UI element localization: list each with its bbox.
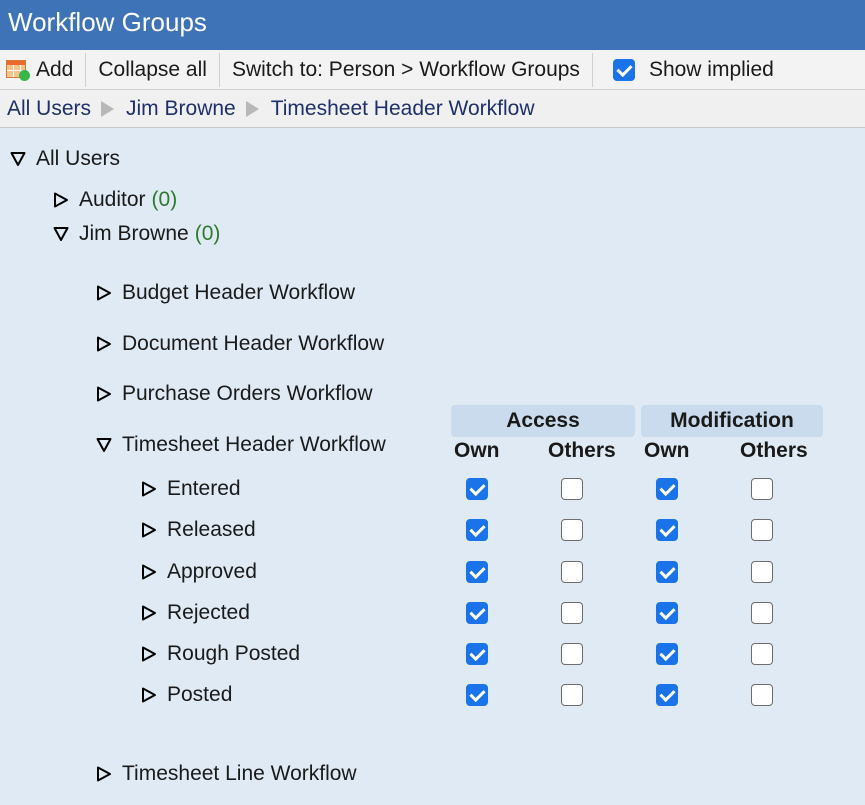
tree-node-label: Jim Browne [79,222,189,245]
modification-others-checkbox[interactable] [751,602,773,624]
breadcrumb-item[interactable]: All Users [7,97,91,121]
breadcrumb-item[interactable]: Timesheet Header Workflow [271,97,535,121]
access-others-checkbox[interactable] [561,602,583,624]
modification-others-header: Others [740,439,808,462]
switch-view-button[interactable]: Switch to: Person > Workflow Groups [220,50,592,89]
state-label: Rough Posted [167,642,301,665]
modification-others-checkbox[interactable] [751,519,773,541]
tree-node-jim-browne[interactable]: Jim Browne (0) [53,222,220,246]
show-implied-checkbox[interactable] [612,58,635,81]
breadcrumb-arrow-icon [245,100,259,117]
tree-node-all-users[interactable]: All Users [10,147,120,171]
access-others-checkbox[interactable] [561,684,583,706]
tree-node-label: Timesheet Line Workflow [122,762,357,785]
tree-node-label: Document Header Workflow [122,332,385,355]
access-others-checkbox[interactable] [561,519,583,541]
breadcrumb: All Users Jim Browne Timesheet Header Wo… [0,90,865,128]
tree-node-state[interactable]: Posted [141,683,232,707]
access-own-checkbox[interactable] [466,643,488,665]
add-button-label: Add [36,57,74,81]
collapse-all-button[interactable]: Collapse all [86,50,219,89]
modification-others-checkbox[interactable] [751,561,773,583]
tree-node-label: All Users [36,147,121,170]
modification-own-checkbox[interactable] [656,684,678,706]
modification-own-header: Own [644,439,690,462]
tree-node-state[interactable]: Released [141,518,256,542]
modification-own-checkbox[interactable] [656,519,678,541]
breadcrumb-arrow-icon [101,100,115,117]
expanded-triangle-icon[interactable] [96,437,112,453]
tree-node-label: Purchase Orders Workflow [122,382,373,405]
tree-node-timesheet-header-workflow[interactable]: Timesheet Header Workflow [96,433,386,457]
access-own-header: Own [454,439,500,462]
access-own-checkbox[interactable] [466,561,488,583]
add-button[interactable]: Add [0,50,85,89]
tree-node-state[interactable]: Approved [141,560,257,584]
state-label: Approved [167,560,257,583]
member-count: (0) [151,188,178,211]
access-others-checkbox[interactable] [561,478,583,500]
modification-others-checkbox[interactable] [751,478,773,500]
modification-others-checkbox[interactable] [751,643,773,665]
member-count: (0) [194,222,221,245]
state-label: Entered [167,477,241,500]
add-grid-icon [6,59,30,81]
collapsed-triangle-icon[interactable] [141,481,157,497]
collapsed-triangle-icon[interactable] [141,646,157,662]
collapsed-triangle-icon[interactable] [96,285,112,301]
collapsed-triangle-icon[interactable] [141,687,157,703]
access-others-header: Others [548,439,616,462]
access-own-checkbox[interactable] [466,478,488,500]
collapsed-triangle-icon[interactable] [141,564,157,580]
collapsed-triangle-icon[interactable] [96,766,112,782]
state-label: Rejected [167,601,250,624]
expanded-triangle-icon[interactable] [53,226,69,242]
state-label: Released [167,518,256,541]
tree-node-timesheet-line-workflow[interactable]: Timesheet Line Workflow [96,762,357,786]
access-column-header: Access [451,405,635,437]
tree-node-label: Timesheet Header Workflow [122,433,386,456]
collapsed-triangle-icon[interactable] [96,336,112,352]
tree-node-document-header-workflow[interactable]: Document Header Workflow [96,332,384,356]
collapsed-triangle-icon[interactable] [141,605,157,621]
window-title: Workflow Groups [0,0,865,50]
access-own-checkbox[interactable] [466,519,488,541]
show-implied-label: Show implied [648,57,774,81]
tree-node-auditor[interactable]: Auditor (0) [53,188,177,212]
access-others-checkbox[interactable] [561,561,583,583]
toolbar: Add Collapse all Switch to: Person > Wor… [0,50,865,90]
show-implied-toggle[interactable]: Show implied [593,50,786,89]
tree-node-state[interactable]: Rough Posted [141,642,300,666]
access-own-checkbox[interactable] [466,684,488,706]
tree-node-label: Budget Header Workflow [122,281,356,304]
tree-node-label: Auditor [79,188,146,211]
modification-own-checkbox[interactable] [656,561,678,583]
modification-own-checkbox[interactable] [656,602,678,624]
collapsed-triangle-icon[interactable] [141,522,157,538]
collapsed-triangle-icon[interactable] [96,386,112,402]
tree-node-purchase-orders-workflow[interactable]: Purchase Orders Workflow [96,382,373,406]
collapsed-triangle-icon[interactable] [53,192,69,208]
tree-node-budget-header-workflow[interactable]: Budget Header Workflow [96,281,355,305]
tree-node-state[interactable]: Entered [141,477,241,501]
expanded-triangle-icon[interactable] [10,151,26,167]
modification-own-checkbox[interactable] [656,478,678,500]
access-own-checkbox[interactable] [466,602,488,624]
state-label: Posted [167,683,233,706]
modification-others-checkbox[interactable] [751,684,773,706]
access-others-checkbox[interactable] [561,643,583,665]
modification-own-checkbox[interactable] [656,643,678,665]
tree-node-state[interactable]: Rejected [141,601,250,625]
modification-column-header: Modification [641,405,823,437]
breadcrumb-item[interactable]: Jim Browne [126,97,236,121]
